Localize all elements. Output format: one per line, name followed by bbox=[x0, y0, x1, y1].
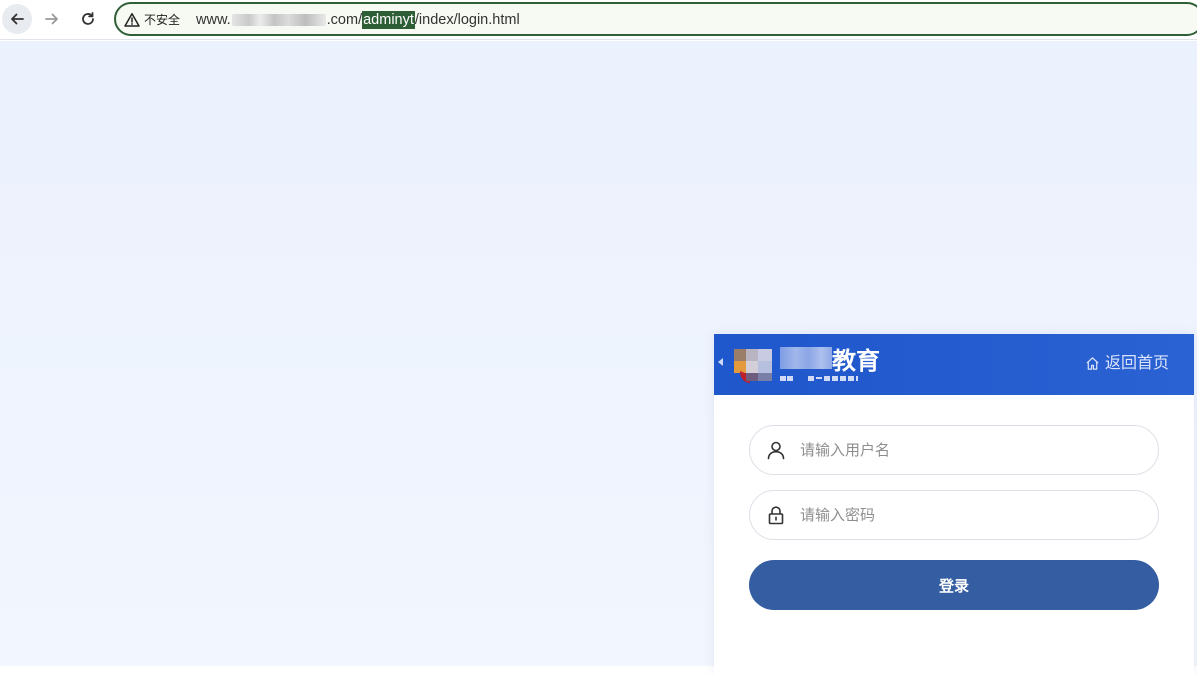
logo-emblem bbox=[718, 349, 772, 383]
logo-redacted-mosaic bbox=[780, 347, 832, 369]
url-text[interactable]: www. .com/ adminyt /index/login.html bbox=[196, 11, 520, 29]
url-path: /index/login.html bbox=[414, 12, 520, 28]
brand-slogan bbox=[780, 374, 862, 385]
address-bar[interactable]: 不安全 www. .com/ adminyt /index/login.html bbox=[114, 2, 1197, 36]
username-field[interactable] bbox=[749, 425, 1159, 475]
return-home-link[interactable]: 返回首页 bbox=[1085, 353, 1169, 373]
login-button[interactable]: 登录 bbox=[749, 560, 1159, 610]
reload-button[interactable] bbox=[73, 4, 103, 34]
username-input[interactable] bbox=[800, 426, 1140, 474]
browser-toolbar: 不安全 www. .com/ adminyt /index/login.html bbox=[0, 0, 1197, 40]
warning-triangle-icon bbox=[124, 13, 140, 27]
forward-button[interactable] bbox=[37, 4, 67, 34]
security-label[interactable]: 不安全 bbox=[144, 12, 180, 28]
password-field[interactable] bbox=[749, 490, 1159, 540]
user-icon bbox=[767, 441, 785, 460]
reload-icon bbox=[82, 12, 94, 25]
url-redacted-domain bbox=[231, 14, 326, 26]
brand-text: 教育 bbox=[832, 347, 880, 375]
password-input[interactable] bbox=[800, 491, 1140, 539]
page-background: 教育 返回首页 请输入用户名 登录 bbox=[0, 41, 1197, 674]
url-domain-suffix: .com/ bbox=[326, 12, 363, 28]
lock-icon bbox=[768, 506, 784, 525]
back-button[interactable] bbox=[2, 4, 32, 34]
card-header: 教育 返回首页 bbox=[714, 334, 1194, 395]
return-home-label: 返回首页 bbox=[1104, 353, 1169, 372]
home-icon bbox=[1086, 356, 1099, 370]
arrow-right-icon bbox=[45, 13, 58, 25]
arrow-left-icon bbox=[11, 13, 24, 25]
url-highlight: adminyt bbox=[362, 11, 415, 29]
login-card: 教育 返回首页 请输入用户名 登录 bbox=[714, 334, 1194, 674]
url-prefix: www. bbox=[196, 12, 231, 28]
